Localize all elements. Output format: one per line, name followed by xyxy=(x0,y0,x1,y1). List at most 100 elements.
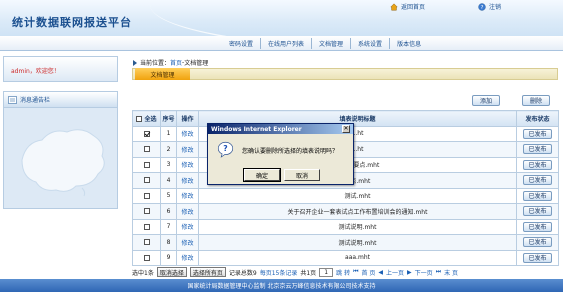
header-select-all[interactable]: 全选 xyxy=(132,110,161,127)
row-index: 7 xyxy=(160,218,177,235)
prev-page-link[interactable]: 上一页 xyxy=(386,268,404,277)
delete-button[interactable]: 删除 xyxy=(522,95,550,106)
edit-link[interactable]: 修改 xyxy=(181,209,193,216)
first-page-icon: ⏮ xyxy=(353,268,359,275)
logout-link[interactable]: ? 注销 xyxy=(478,2,501,11)
row-checkbox[interactable] xyxy=(143,146,150,153)
next-page-link[interactable]: 下一页 xyxy=(415,268,433,277)
publish-status-button[interactable]: 已发布 xyxy=(523,144,552,155)
tab-document-management[interactable]: 文档管理 xyxy=(135,68,190,80)
cancel-button[interactable]: 取消 xyxy=(284,169,320,181)
row-action-cell: 修改 xyxy=(176,172,199,189)
row-checkbox[interactable] xyxy=(143,130,150,137)
pager: 选中1条 取消选择 选择所有页 记录总数9 每页15条记录 共1页 1 跳 转 … xyxy=(132,266,558,278)
dialog-close-icon[interactable]: ✕ xyxy=(342,125,350,133)
question-icon: ? xyxy=(217,141,234,158)
select-all-pages-button[interactable]: 选择所有页 xyxy=(189,267,226,277)
nav-item-documents[interactable]: 文档管理 xyxy=(312,38,352,49)
china-map-watermark xyxy=(21,129,105,197)
row-checkbox[interactable] xyxy=(143,161,150,168)
row-status-cell: 已发布 xyxy=(516,156,559,173)
publish-status-button[interactable]: 已发布 xyxy=(523,159,552,170)
row-action-cell: 修改 xyxy=(176,141,199,158)
row-status-cell: 已发布 xyxy=(516,234,559,251)
publish-status-button[interactable]: 已发布 xyxy=(523,190,552,201)
breadcrumb-prefix: 当前位置： xyxy=(140,60,171,67)
confirm-dialog: Windows Internet Explorer ✕ ? 您确认要删除所选择的… xyxy=(207,123,354,185)
publish-status-button[interactable]: 已发布 xyxy=(523,221,552,232)
publish-status-button[interactable]: 已发布 xyxy=(523,128,552,139)
logout-link-label: 注销 xyxy=(489,4,502,11)
row-status-cell: 已发布 xyxy=(516,187,559,204)
row-index: 4 xyxy=(160,172,177,189)
row-action-cell: 修改 xyxy=(176,187,199,204)
row-select-cell xyxy=(132,203,161,220)
row-checkbox[interactable] xyxy=(143,254,150,261)
edit-link[interactable]: 修改 xyxy=(181,193,193,200)
row-select-cell xyxy=(132,125,161,142)
welcome-text: admin，欢迎您！ xyxy=(11,68,60,75)
nav-item-password[interactable]: 密码设置 xyxy=(222,38,262,49)
notice-title: 消息通告栏 xyxy=(20,97,51,104)
footer: 国家统计局数据管理中心监制 北京京云万峰信息技术有限公司技术支持 xyxy=(0,279,563,292)
app-title: 统计数据联网报送平台 xyxy=(12,16,132,29)
row-checkbox[interactable] xyxy=(143,208,150,215)
publish-status-button[interactable]: 已发布 xyxy=(523,206,552,217)
add-button[interactable]: 添加 xyxy=(472,95,500,106)
ok-button[interactable]: 确定 xyxy=(243,168,281,182)
publish-status-button[interactable]: 已发布 xyxy=(523,252,552,263)
go-button[interactable]: 跳 转 xyxy=(336,268,350,277)
last-page-link[interactable]: 末 页 xyxy=(444,268,458,277)
nav-item-settings[interactable]: 系统设置 xyxy=(351,38,391,49)
row-checkbox[interactable] xyxy=(143,223,150,230)
table-row: 5 修改 测试.mht 已发布 xyxy=(132,187,559,204)
svg-text:?: ? xyxy=(223,144,227,153)
row-status-cell: 已发布 xyxy=(516,249,559,266)
table-row: 9 修改 aaa.mht 已发布 xyxy=(132,249,559,266)
breadcrumb-home[interactable]: 首页 xyxy=(170,58,182,67)
cancel-select-button[interactable]: 取消选择 xyxy=(156,267,187,277)
table-row: 8 修改 测试说明.mht 已发布 xyxy=(132,234,559,251)
row-index: 3 xyxy=(160,156,177,173)
select-all-checkbox[interactable] xyxy=(136,116,143,123)
edit-link[interactable]: 修改 xyxy=(181,240,193,247)
page-count: 共1页 xyxy=(300,269,317,277)
row-index: 8 xyxy=(160,234,177,251)
edit-link[interactable]: 修改 xyxy=(181,178,193,185)
row-action-cell: 修改 xyxy=(176,125,199,142)
edit-link[interactable]: 修改 xyxy=(181,147,193,154)
row-action-cell: 修改 xyxy=(176,234,199,251)
row-index: 6 xyxy=(160,203,177,220)
edit-link[interactable]: 修改 xyxy=(181,255,193,262)
header-status: 发布状态 xyxy=(516,110,559,127)
row-status-cell: 已发布 xyxy=(516,172,559,189)
home-link[interactable]: 返回首页 xyxy=(390,2,425,11)
edit-link[interactable]: 修改 xyxy=(181,131,193,138)
nav-item-version[interactable]: 版本信息 xyxy=(390,38,428,49)
row-checkbox[interactable] xyxy=(143,192,150,199)
row-title: aaa.mht xyxy=(198,249,517,266)
row-select-cell xyxy=(132,187,161,204)
row-checkbox[interactable] xyxy=(143,239,150,246)
row-checkbox[interactable] xyxy=(143,177,150,184)
first-page-link[interactable]: 首 页 xyxy=(361,268,375,277)
publish-status-button[interactable]: 已发布 xyxy=(523,175,552,186)
dialog-title: Windows Internet Explorer xyxy=(208,124,353,134)
edit-link[interactable]: 修改 xyxy=(181,162,193,169)
header-select-all-label: 全选 xyxy=(144,115,157,123)
last-page-icon: ⏭ xyxy=(435,268,442,275)
help-icon: ? xyxy=(478,2,486,10)
row-action-cell: 修改 xyxy=(176,218,199,235)
edit-link[interactable]: 修改 xyxy=(181,224,193,231)
row-select-cell xyxy=(132,156,161,173)
publish-status-button[interactable]: 已发布 xyxy=(523,237,552,248)
per-page-link[interactable]: 每页15条记录 xyxy=(260,268,298,277)
breadcrumb-arrow-icon xyxy=(133,59,137,66)
row-title: 测试说明.mht xyxy=(198,218,517,235)
header-decoration xyxy=(150,0,563,36)
row-title: 测试.mht xyxy=(198,187,517,204)
row-status-cell: 已发布 xyxy=(516,218,559,235)
nav-item-online-users[interactable]: 在线用户列表 xyxy=(261,38,313,49)
app-header: 统计数据联网报送平台 返回首页 ? 注销 xyxy=(0,0,563,36)
page-number-input[interactable]: 1 xyxy=(319,267,334,277)
